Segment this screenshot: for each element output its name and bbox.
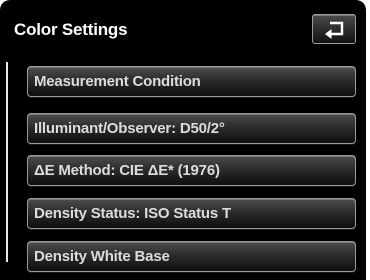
back-button[interactable] xyxy=(312,14,356,44)
menu-item-label: Illuminant/Observer: D50/2° xyxy=(34,120,225,137)
menu-item-label: ΔE Method: CIE ΔE* (1976) xyxy=(34,162,220,179)
page-title: Color Settings xyxy=(14,20,128,39)
device-screen: Color Settings Measurement Condition Ill… xyxy=(0,0,366,280)
menu-item-density-status[interactable]: Density Status: ISO Status T xyxy=(27,198,356,229)
menu-item-delta-e-method[interactable]: ΔE Method: CIE ΔE* (1976) xyxy=(27,155,356,186)
header-bar: Color Settings xyxy=(0,0,366,58)
menu-item-label: Density White Base xyxy=(34,248,170,265)
menu-item-label: Measurement Condition xyxy=(34,73,201,90)
back-arrow-icon xyxy=(325,21,344,39)
menu-item-illuminant-observer[interactable]: Illuminant/Observer: D50/2° xyxy=(27,113,356,144)
scrollbar[interactable] xyxy=(6,62,8,262)
menu-item-label: Density Status: ISO Status T xyxy=(34,205,231,222)
menu-item-density-white-base[interactable]: Density White Base xyxy=(27,241,356,272)
menu-item-measurement-condition[interactable]: Measurement Condition xyxy=(27,66,356,97)
